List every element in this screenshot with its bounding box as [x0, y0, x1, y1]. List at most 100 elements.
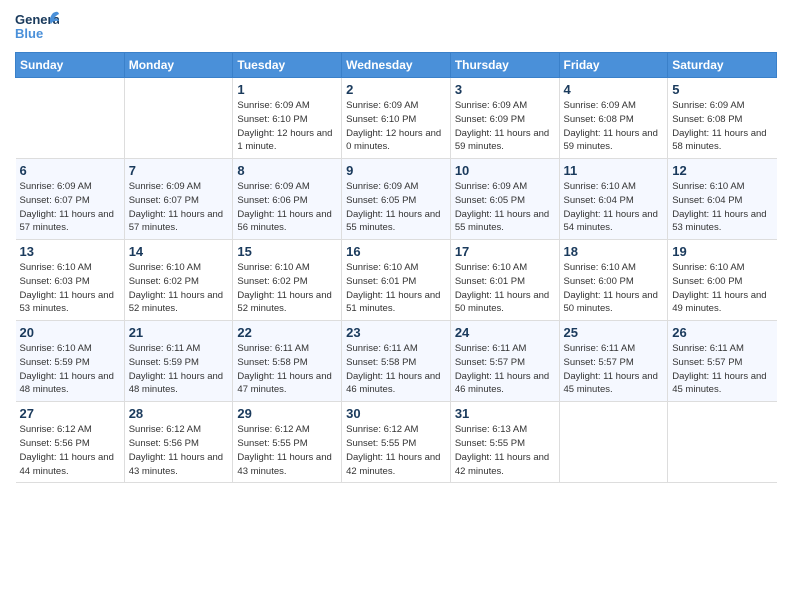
day-number: 18 [564, 244, 664, 259]
day-info: Sunrise: 6:11 AM Sunset: 5:57 PM Dayligh… [672, 342, 772, 397]
sunset-text: Sunset: 5:55 PM [346, 438, 416, 449]
calendar-week-row: 27 Sunrise: 6:12 AM Sunset: 5:56 PM Dayl… [16, 402, 777, 483]
day-info: Sunrise: 6:10 AM Sunset: 6:04 PM Dayligh… [564, 180, 664, 235]
sunset-text: Sunset: 5:58 PM [237, 357, 307, 368]
daylight-text: Daylight: 11 hours and 55 minutes. [346, 209, 440, 234]
day-number: 19 [672, 244, 772, 259]
sunrise-text: Sunrise: 6:10 AM [20, 343, 92, 354]
calendar-cell: 11 Sunrise: 6:10 AM Sunset: 6:04 PM Dayl… [559, 159, 668, 240]
sunrise-text: Sunrise: 6:09 AM [672, 100, 744, 111]
day-number: 30 [346, 406, 446, 421]
sunrise-text: Sunrise: 6:09 AM [237, 181, 309, 192]
daylight-text: Daylight: 11 hours and 54 minutes. [564, 209, 658, 234]
sunset-text: Sunset: 6:08 PM [672, 114, 742, 125]
calendar-cell: 29 Sunrise: 6:12 AM Sunset: 5:55 PM Dayl… [233, 402, 342, 483]
calendar-cell: 12 Sunrise: 6:10 AM Sunset: 6:04 PM Dayl… [668, 159, 777, 240]
day-info: Sunrise: 6:10 AM Sunset: 6:00 PM Dayligh… [564, 261, 664, 316]
day-number: 6 [20, 163, 120, 178]
day-number: 28 [129, 406, 229, 421]
weekday-header: Sunday [16, 53, 125, 78]
calendar-cell: 22 Sunrise: 6:11 AM Sunset: 5:58 PM Dayl… [233, 321, 342, 402]
daylight-text: Daylight: 11 hours and 57 minutes. [129, 209, 223, 234]
daylight-text: Daylight: 11 hours and 53 minutes. [672, 209, 766, 234]
sunset-text: Sunset: 6:10 PM [237, 114, 307, 125]
calendar-cell: 16 Sunrise: 6:10 AM Sunset: 6:01 PM Dayl… [342, 240, 451, 321]
calendar-cell: 26 Sunrise: 6:11 AM Sunset: 5:57 PM Dayl… [668, 321, 777, 402]
daylight-text: Daylight: 11 hours and 51 minutes. [346, 290, 440, 315]
day-number: 25 [564, 325, 664, 340]
daylight-text: Daylight: 11 hours and 48 minutes. [129, 371, 223, 396]
sunrise-text: Sunrise: 6:09 AM [346, 181, 418, 192]
day-info: Sunrise: 6:09 AM Sunset: 6:07 PM Dayligh… [20, 180, 120, 235]
daylight-text: Daylight: 11 hours and 45 minutes. [672, 371, 766, 396]
day-number: 10 [455, 163, 555, 178]
day-number: 22 [237, 325, 337, 340]
daylight-text: Daylight: 11 hours and 44 minutes. [20, 452, 114, 477]
day-number: 20 [20, 325, 120, 340]
page-container: General Blue SundayMondayTuesdayWednesda… [0, 0, 792, 493]
sunset-text: Sunset: 6:02 PM [237, 276, 307, 287]
day-number: 14 [129, 244, 229, 259]
calendar-cell: 19 Sunrise: 6:10 AM Sunset: 6:00 PM Dayl… [668, 240, 777, 321]
daylight-text: Daylight: 11 hours and 42 minutes. [455, 452, 549, 477]
header-row: SundayMondayTuesdayWednesdayThursdayFrid… [16, 53, 777, 78]
day-info: Sunrise: 6:11 AM Sunset: 5:58 PM Dayligh… [237, 342, 337, 397]
day-info: Sunrise: 6:09 AM Sunset: 6:05 PM Dayligh… [346, 180, 446, 235]
day-info: Sunrise: 6:10 AM Sunset: 6:00 PM Dayligh… [672, 261, 772, 316]
daylight-text: Daylight: 11 hours and 59 minutes. [455, 128, 549, 153]
sunrise-text: Sunrise: 6:13 AM [455, 424, 527, 435]
daylight-text: Daylight: 12 hours and 0 minutes. [346, 128, 441, 153]
calendar-cell: 21 Sunrise: 6:11 AM Sunset: 5:59 PM Dayl… [124, 321, 233, 402]
day-number: 31 [455, 406, 555, 421]
weekday-header: Wednesday [342, 53, 451, 78]
sunset-text: Sunset: 6:05 PM [346, 195, 416, 206]
sunrise-text: Sunrise: 6:12 AM [346, 424, 418, 435]
day-info: Sunrise: 6:09 AM Sunset: 6:10 PM Dayligh… [346, 99, 446, 154]
day-number: 12 [672, 163, 772, 178]
sunset-text: Sunset: 5:59 PM [20, 357, 90, 368]
daylight-text: Daylight: 11 hours and 50 minutes. [564, 290, 658, 315]
day-info: Sunrise: 6:11 AM Sunset: 5:57 PM Dayligh… [455, 342, 555, 397]
sunrise-text: Sunrise: 6:09 AM [237, 100, 309, 111]
calendar-cell: 4 Sunrise: 6:09 AM Sunset: 6:08 PM Dayli… [559, 78, 668, 159]
sunrise-text: Sunrise: 6:11 AM [129, 343, 201, 354]
sunset-text: Sunset: 5:56 PM [20, 438, 90, 449]
calendar-cell: 14 Sunrise: 6:10 AM Sunset: 6:02 PM Dayl… [124, 240, 233, 321]
calendar-cell: 1 Sunrise: 6:09 AM Sunset: 6:10 PM Dayli… [233, 78, 342, 159]
day-info: Sunrise: 6:10 AM Sunset: 5:59 PM Dayligh… [20, 342, 120, 397]
calendar-cell: 28 Sunrise: 6:12 AM Sunset: 5:56 PM Dayl… [124, 402, 233, 483]
daylight-text: Daylight: 11 hours and 48 minutes. [20, 371, 114, 396]
sunset-text: Sunset: 5:55 PM [455, 438, 525, 449]
day-info: Sunrise: 6:13 AM Sunset: 5:55 PM Dayligh… [455, 423, 555, 478]
sunrise-text: Sunrise: 6:12 AM [129, 424, 201, 435]
sunset-text: Sunset: 5:57 PM [564, 357, 634, 368]
sunrise-text: Sunrise: 6:10 AM [455, 262, 527, 273]
sunrise-text: Sunrise: 6:09 AM [455, 181, 527, 192]
calendar-cell: 27 Sunrise: 6:12 AM Sunset: 5:56 PM Dayl… [16, 402, 125, 483]
daylight-text: Daylight: 11 hours and 43 minutes. [237, 452, 331, 477]
day-info: Sunrise: 6:09 AM Sunset: 6:08 PM Dayligh… [564, 99, 664, 154]
sunset-text: Sunset: 5:58 PM [346, 357, 416, 368]
day-info: Sunrise: 6:12 AM Sunset: 5:55 PM Dayligh… [346, 423, 446, 478]
daylight-text: Daylight: 11 hours and 45 minutes. [564, 371, 658, 396]
header: General Blue [15, 10, 777, 46]
calendar-cell: 3 Sunrise: 6:09 AM Sunset: 6:09 PM Dayli… [450, 78, 559, 159]
calendar-week-row: 20 Sunrise: 6:10 AM Sunset: 5:59 PM Dayl… [16, 321, 777, 402]
logo-icon: General Blue [15, 10, 59, 46]
sunrise-text: Sunrise: 6:09 AM [346, 100, 418, 111]
sunrise-text: Sunrise: 6:09 AM [129, 181, 201, 192]
sunset-text: Sunset: 6:10 PM [346, 114, 416, 125]
sunset-text: Sunset: 6:00 PM [672, 276, 742, 287]
weekday-header: Monday [124, 53, 233, 78]
calendar-cell: 24 Sunrise: 6:11 AM Sunset: 5:57 PM Dayl… [450, 321, 559, 402]
sunset-text: Sunset: 6:01 PM [346, 276, 416, 287]
day-info: Sunrise: 6:12 AM Sunset: 5:56 PM Dayligh… [129, 423, 229, 478]
daylight-text: Daylight: 12 hours and 1 minute. [237, 128, 332, 153]
calendar-week-row: 6 Sunrise: 6:09 AM Sunset: 6:07 PM Dayli… [16, 159, 777, 240]
sunrise-text: Sunrise: 6:10 AM [20, 262, 92, 273]
sunrise-text: Sunrise: 6:10 AM [672, 181, 744, 192]
day-info: Sunrise: 6:09 AM Sunset: 6:09 PM Dayligh… [455, 99, 555, 154]
day-info: Sunrise: 6:10 AM Sunset: 6:01 PM Dayligh… [455, 261, 555, 316]
daylight-text: Daylight: 11 hours and 57 minutes. [20, 209, 114, 234]
sunrise-text: Sunrise: 6:09 AM [564, 100, 636, 111]
